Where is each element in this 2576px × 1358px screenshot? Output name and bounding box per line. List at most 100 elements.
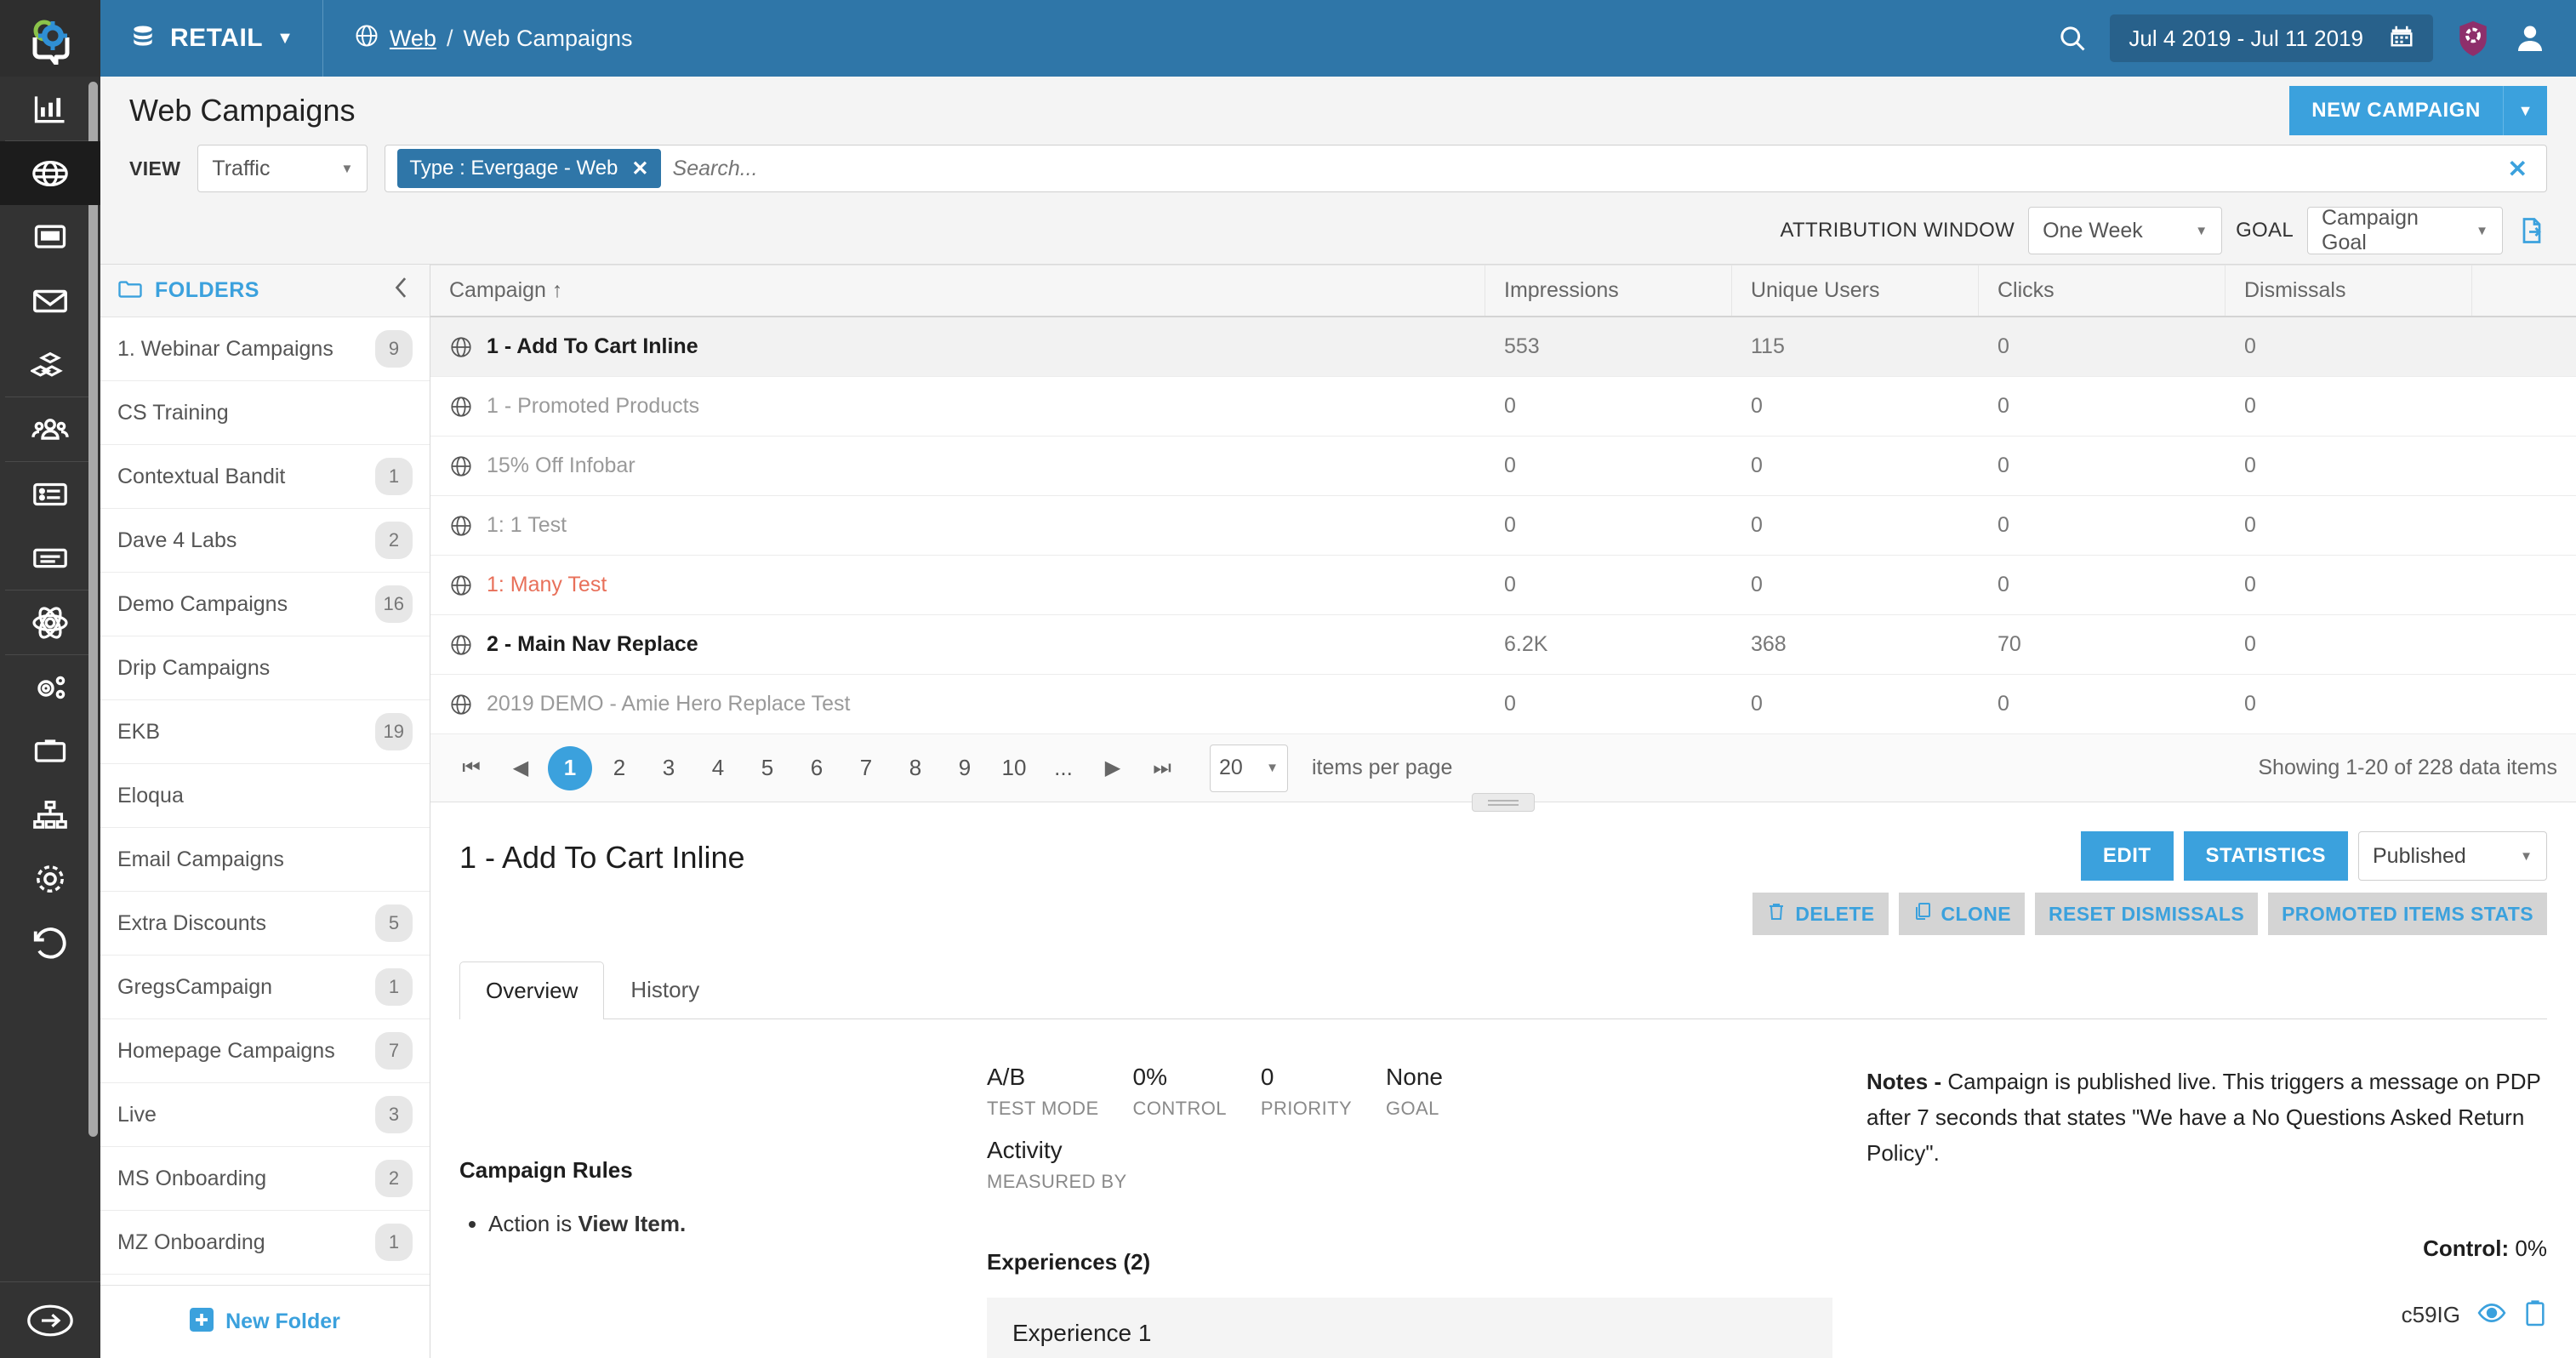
rail-item-hierarchy[interactable] bbox=[0, 783, 100, 847]
rail-item-analytics[interactable] bbox=[0, 77, 100, 140]
rail-item-web-push[interactable] bbox=[0, 205, 100, 269]
column-header[interactable]: Campaign ↑ bbox=[430, 265, 1485, 316]
page-number-button[interactable]: 7 bbox=[844, 746, 888, 790]
tab-history[interactable]: History bbox=[604, 961, 726, 1018]
folder-row[interactable]: 1. Webinar Campaigns 9 bbox=[100, 317, 430, 381]
column-header[interactable]: Impressions bbox=[1485, 265, 1732, 316]
table-row[interactable]: 15% Off Infobar 0 0 0 0 bbox=[430, 436, 2576, 496]
statistics-button[interactable]: STATISTICS bbox=[2183, 831, 2348, 881]
rail-item-settings[interactable] bbox=[0, 847, 100, 910]
folder-row[interactable]: GregsCampaign 1 bbox=[100, 956, 430, 1019]
promoted-items-stats-button[interactable]: PROMOTED ITEMS STATS bbox=[2268, 893, 2547, 935]
tab-overview[interactable]: Overview bbox=[459, 961, 605, 1019]
rail-item-catalog[interactable] bbox=[0, 333, 100, 397]
dataset-selector[interactable]: RETAIL ▼ bbox=[100, 0, 323, 77]
table-row[interactable]: 1: Many Test 0 0 0 0 bbox=[430, 556, 2576, 615]
clipboard-icon[interactable] bbox=[2523, 1299, 2547, 1331]
app-root: RETAIL ▼ Web / Web Campaigns Jul 4 2019 … bbox=[0, 0, 2576, 1358]
chevron-left-icon[interactable] bbox=[390, 275, 413, 306]
rail-item-integrations[interactable] bbox=[0, 655, 100, 719]
breadcrumb-link-web[interactable]: Web bbox=[390, 26, 436, 52]
table-row[interactable]: 1 - Add To Cart Inline 553 115 0 0 bbox=[430, 317, 2576, 377]
page-number-button[interactable]: 10 bbox=[992, 746, 1036, 790]
campaign-name[interactable]: 15% Off Infobar bbox=[487, 454, 635, 478]
folder-row[interactable]: Eloqua bbox=[100, 764, 430, 828]
new-folder-button[interactable]: New Folder bbox=[100, 1285, 430, 1358]
status-select[interactable]: Published ▼ bbox=[2358, 831, 2547, 881]
column-header[interactable]: Dismissals bbox=[2226, 265, 2472, 316]
attribution-window-select[interactable]: One Week ▼ bbox=[2028, 207, 2223, 254]
export-file-icon[interactable] bbox=[2516, 215, 2547, 246]
folder-row[interactable]: Email Campaigns bbox=[100, 828, 430, 892]
column-header[interactable]: Clicks bbox=[1979, 265, 2226, 316]
campaign-name[interactable]: 1: 1 Test bbox=[487, 513, 567, 538]
clone-button[interactable]: CLONE bbox=[1898, 893, 2026, 935]
campaign-name[interactable]: 2019 DEMO - Amie Hero Replace Test bbox=[487, 692, 851, 716]
campaign-name[interactable]: 1: Many Test bbox=[487, 573, 607, 597]
rail-item-projects[interactable] bbox=[0, 719, 100, 783]
folder-row[interactable]: Contextual Bandit 1 bbox=[100, 445, 430, 509]
campaign-name[interactable]: 1 - Add To Cart Inline bbox=[487, 334, 698, 359]
table-row[interactable]: 1: 1 Test 0 0 0 0 bbox=[430, 496, 2576, 556]
plus-square-icon bbox=[190, 1308, 214, 1336]
page-number-button[interactable]: 2 bbox=[597, 746, 641, 790]
app-logo[interactable] bbox=[0, 0, 100, 77]
new-campaign-button[interactable]: NEW CAMPAIGN bbox=[2289, 86, 2503, 135]
folder-row[interactable]: MZ Onboarding 1 bbox=[100, 1211, 430, 1275]
page-number-button[interactable]: 1 bbox=[548, 745, 592, 790]
search-icon[interactable] bbox=[2057, 23, 2088, 54]
campaign-name[interactable]: 2 - Main Nav Replace bbox=[487, 632, 698, 657]
user-avatar-icon[interactable] bbox=[2513, 21, 2547, 55]
folder-row[interactable]: Homepage Campaigns 7 bbox=[100, 1019, 430, 1083]
close-icon[interactable]: ✕ bbox=[631, 157, 648, 181]
date-range-picker[interactable]: Jul 4 2019 - Jul 11 2019 bbox=[2110, 14, 2433, 62]
page-number-button[interactable]: 6 bbox=[795, 746, 839, 790]
campaign-name[interactable]: 1 - Promoted Products bbox=[487, 394, 699, 419]
table-row[interactable]: 2 - Main Nav Replace 6.2K 368 70 0 bbox=[430, 615, 2576, 675]
rail-item-segments[interactable] bbox=[0, 397, 100, 461]
rail-expand-button[interactable] bbox=[0, 1281, 100, 1358]
page-number-button[interactable]: 9 bbox=[943, 746, 987, 790]
folder-row[interactable]: Extra Discounts 5 bbox=[100, 892, 430, 956]
table-row[interactable]: 1 - Promoted Products 0 0 0 0 bbox=[430, 377, 2576, 436]
panel-resize-handle[interactable] bbox=[1472, 793, 1535, 812]
rail-item-history[interactable] bbox=[0, 910, 100, 974]
folder-row[interactable]: Drip Campaigns bbox=[100, 636, 430, 700]
eye-icon[interactable] bbox=[2477, 1302, 2506, 1328]
page-size-select[interactable]: 20 ▼ bbox=[1210, 744, 1288, 792]
page-header: Web Campaigns NEW CAMPAIGN ▼ VIEW Traffi… bbox=[100, 77, 2576, 265]
edit-button[interactable]: EDIT bbox=[2080, 831, 2174, 881]
page-number-button[interactable]: 4 bbox=[696, 746, 740, 790]
last-page-button[interactable]: ⏭ bbox=[1140, 746, 1184, 790]
rail-item-email[interactable] bbox=[0, 269, 100, 333]
folder-row[interactable]: Live 3 bbox=[100, 1083, 430, 1147]
folder-row[interactable]: Dave 4 Labs 2 bbox=[100, 509, 430, 573]
filter-chip-type[interactable]: Type : Evergage - Web ✕ bbox=[397, 149, 661, 188]
next-page-button[interactable]: ▶ bbox=[1091, 746, 1135, 790]
page-number-button[interactable]: ... bbox=[1041, 746, 1086, 790]
top-bar: RETAIL ▼ Web / Web Campaigns Jul 4 2019 … bbox=[100, 0, 2576, 77]
table-row[interactable]: 2019 DEMO - Amie Hero Replace Test 0 0 0 0 bbox=[430, 675, 2576, 734]
rail-item-datasets[interactable] bbox=[0, 462, 100, 526]
clear-search-icon[interactable]: ✕ bbox=[2501, 155, 2534, 183]
page-number-button[interactable]: 8 bbox=[893, 746, 938, 790]
first-page-button[interactable]: ⏮ bbox=[449, 746, 493, 790]
folder-row[interactable]: CS Training bbox=[100, 381, 430, 445]
rail-item-web[interactable] bbox=[0, 141, 100, 205]
folder-row[interactable]: Demo Campaigns 16 bbox=[100, 573, 430, 636]
folder-row[interactable]: EKB 19 bbox=[100, 700, 430, 764]
new-campaign-caret-button[interactable]: ▼ bbox=[2503, 86, 2547, 135]
view-select[interactable]: Traffic ▼ bbox=[197, 145, 368, 192]
page-number-button[interactable]: 3 bbox=[647, 746, 691, 790]
goal-select[interactable]: Campaign Goal ▼ bbox=[2307, 206, 2503, 254]
folder-row[interactable]: MS Onboarding 2 bbox=[100, 1147, 430, 1211]
delete-button[interactable]: DELETE bbox=[1752, 893, 1889, 935]
column-header[interactable]: Unique Users bbox=[1732, 265, 1979, 316]
rail-item-templates[interactable] bbox=[0, 526, 100, 590]
prev-page-button[interactable]: ◀ bbox=[499, 746, 543, 790]
shield-gear-icon[interactable] bbox=[2455, 19, 2491, 58]
rail-item-recipes[interactable] bbox=[0, 591, 100, 654]
reset-dismissals-button[interactable]: RESET DISMISSALS bbox=[2035, 893, 2259, 935]
search-input[interactable] bbox=[672, 156, 2489, 181]
page-number-button[interactable]: 5 bbox=[745, 746, 789, 790]
